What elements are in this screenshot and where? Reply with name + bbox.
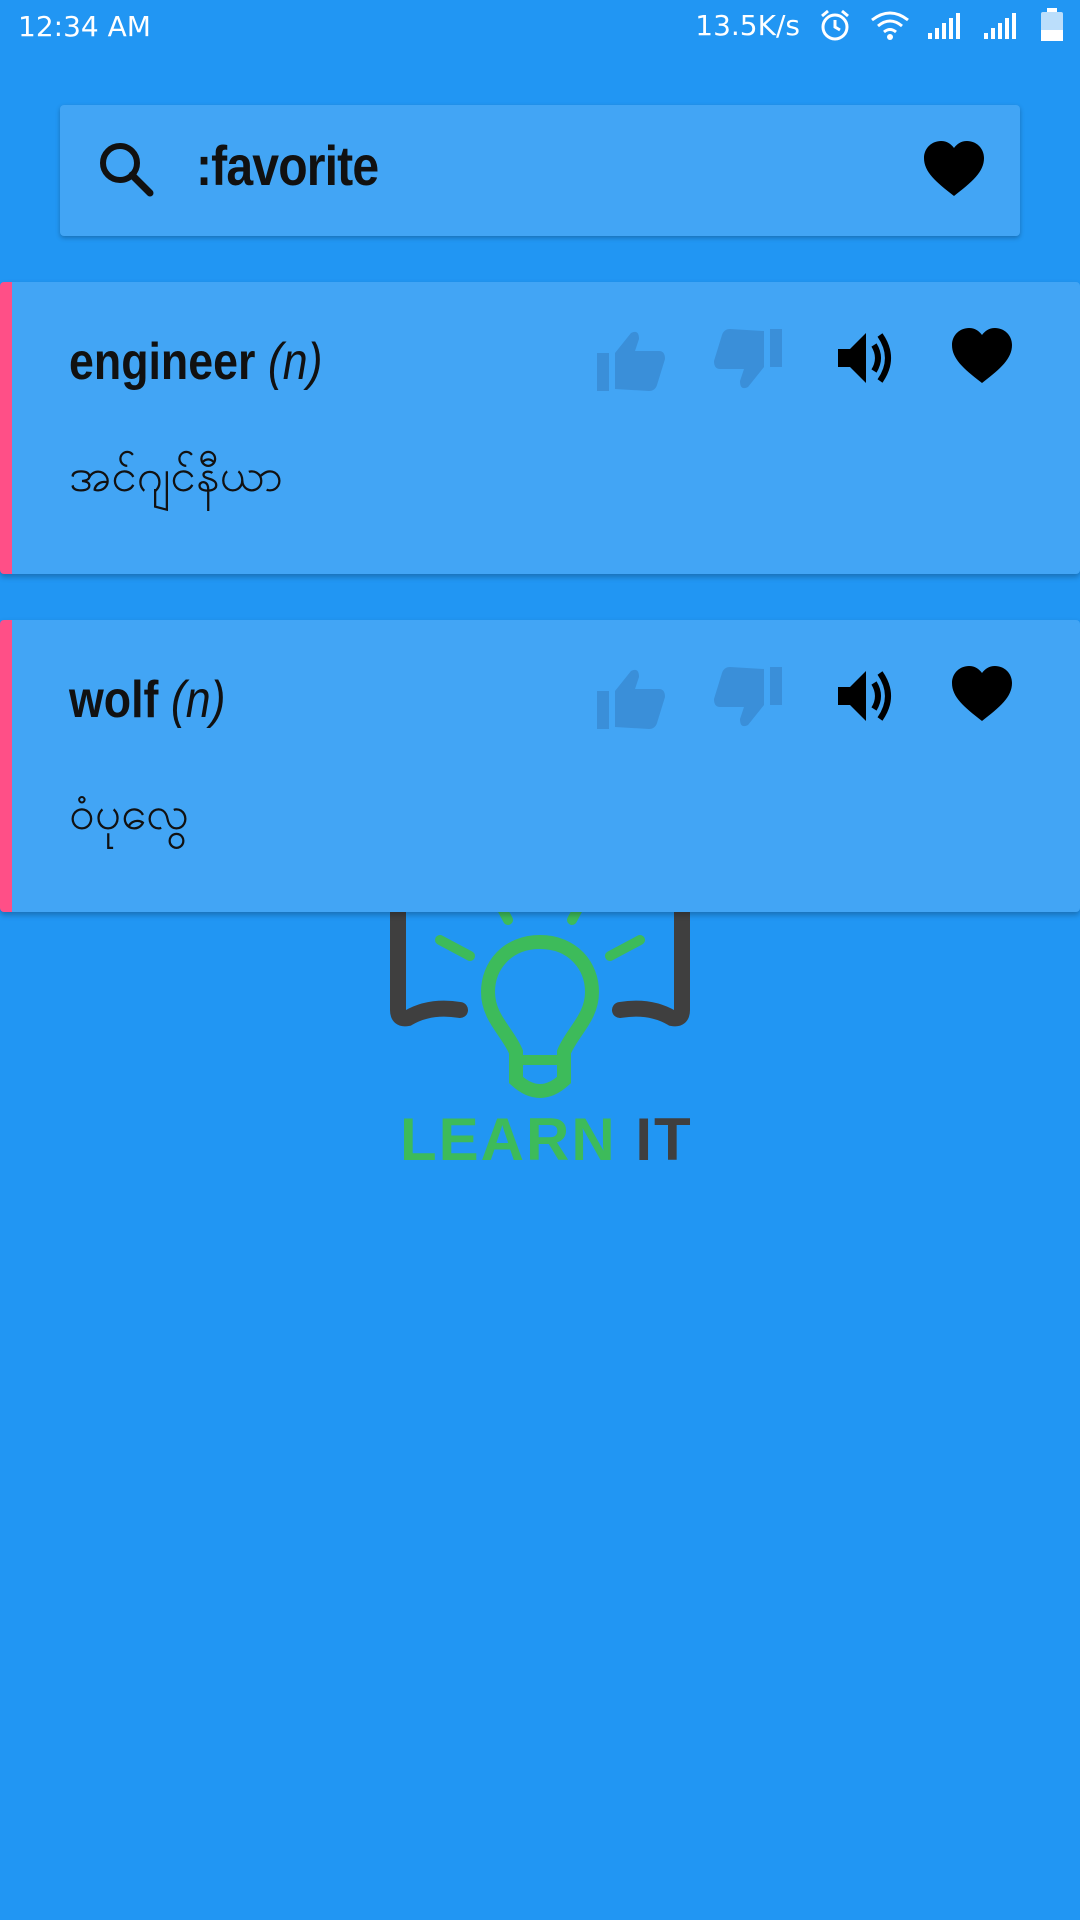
thumbs-up-icon[interactable] bbox=[595, 665, 667, 735]
part-of-speech: (n) bbox=[170, 671, 226, 729]
signal-icon bbox=[928, 11, 966, 39]
wifi-icon bbox=[870, 10, 910, 40]
signal-icon bbox=[984, 11, 1022, 39]
search-bar[interactable]: :favorite bbox=[60, 105, 1020, 236]
status-icons: 13.5K/s bbox=[695, 8, 1064, 42]
logo-text-learn: LEARN bbox=[400, 1106, 617, 1173]
heart-icon[interactable] bbox=[950, 665, 1014, 727]
speaker-icon[interactable] bbox=[834, 327, 896, 393]
heart-icon[interactable] bbox=[950, 327, 1014, 389]
search-icon[interactable] bbox=[96, 139, 156, 203]
part-of-speech: (n) bbox=[267, 333, 323, 391]
word-card[interactable]: wolf (n) ဝံပုလွေ bbox=[0, 620, 1080, 912]
thumbs-down-icon[interactable] bbox=[712, 665, 784, 735]
word-card[interactable]: engineer (n) အင်ဂျင်နီယာ bbox=[0, 282, 1080, 574]
thumbs-up-icon[interactable] bbox=[595, 327, 667, 397]
word-title: wolf (n) bbox=[69, 670, 226, 730]
word-title: engineer (n) bbox=[69, 332, 322, 392]
word-meaning: ဝံပုလွေ bbox=[69, 786, 190, 840]
status-time: 12:34 AM bbox=[18, 10, 151, 43]
search-input[interactable]: :favorite bbox=[196, 133, 379, 198]
status-bar: 12:34 AM 13.5K/s bbox=[0, 0, 1080, 56]
word-text: wolf bbox=[69, 671, 159, 729]
net-speed: 13.5K/s bbox=[695, 8, 800, 42]
word-meaning: အင်ဂျင်နီယာ bbox=[69, 448, 284, 502]
logo-text-it: IT bbox=[635, 1106, 693, 1173]
battery-icon bbox=[1040, 8, 1064, 42]
speaker-icon[interactable] bbox=[834, 665, 896, 731]
alarm-icon bbox=[818, 8, 852, 42]
logo-text: LEARN IT bbox=[400, 1105, 693, 1174]
thumbs-down-icon[interactable] bbox=[712, 327, 784, 397]
favorites-filter-heart-icon[interactable] bbox=[922, 140, 986, 202]
word-text: engineer bbox=[69, 333, 256, 391]
